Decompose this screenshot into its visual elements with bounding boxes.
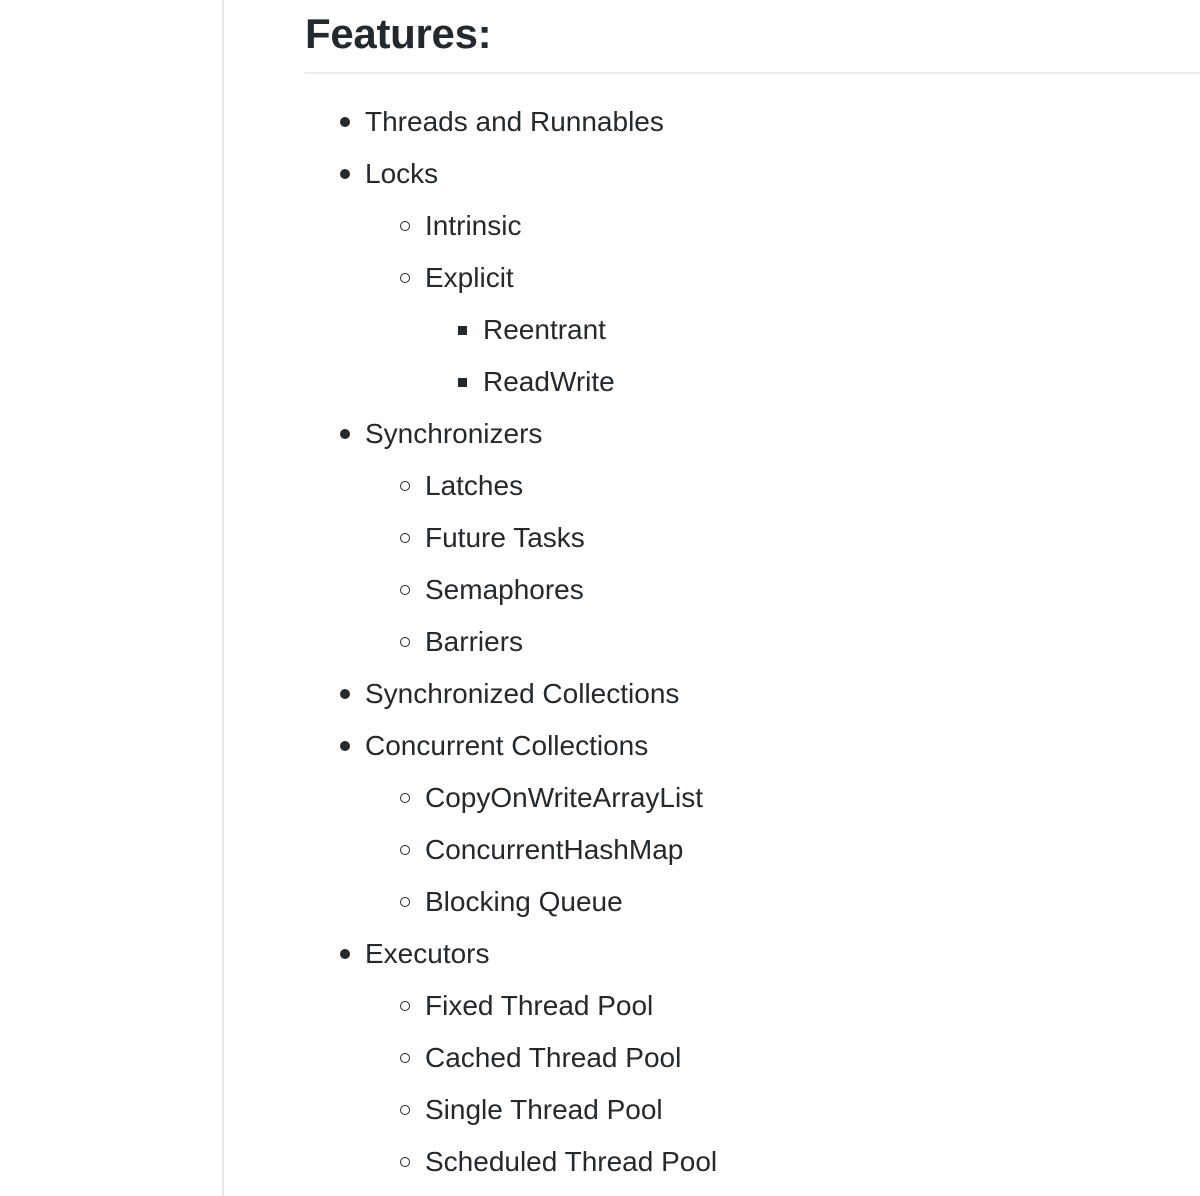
document-content: Features: Threads and Runnables Locks Intr… [305, 0, 1200, 1188]
feature-sublist-level-2: Intrinsic Explicit Reentrant ReadWrite [340, 200, 1200, 408]
list-item-copyonwritearraylist: CopyOnWriteArrayList [400, 772, 1200, 824]
list-item-semaphores: Semaphores [400, 564, 1200, 616]
list-item-label: Synchronized Collections [365, 678, 680, 709]
list-item-label: Cached Thread Pool [425, 1042, 682, 1073]
circle-bullet-icon [400, 585, 410, 595]
disc-bullet-icon [340, 429, 350, 439]
list-item-label: Concurrent Collections [365, 730, 649, 761]
list-item-label: Executors [365, 938, 490, 969]
circle-bullet-icon [400, 637, 410, 647]
list-item-label: Single Thread Pool [425, 1094, 663, 1125]
square-bullet-icon [458, 326, 467, 335]
heading-underline-rule [305, 72, 1200, 74]
feature-sublist-level-3: Reentrant ReadWrite [400, 304, 1200, 408]
list-item-label: Future Tasks [425, 522, 585, 553]
list-item-scheduled-thread-pool: Scheduled Thread Pool [400, 1136, 1200, 1188]
list-item-label: Reentrant [483, 314, 606, 345]
list-item-concurrent-collections: Concurrent Collections [340, 720, 1200, 772]
circle-bullet-icon [400, 897, 410, 907]
list-item-label: Threads and Runnables [365, 106, 664, 137]
disc-bullet-icon [340, 689, 350, 699]
list-item-locks: Locks [340, 148, 1200, 200]
disc-bullet-icon [340, 949, 350, 959]
list-item-concurrenthashmap: ConcurrentHashMap [400, 824, 1200, 876]
list-item-synchronized-collections: Synchronized Collections [340, 668, 1200, 720]
list-item-cached-thread-pool: Cached Thread Pool [400, 1032, 1200, 1084]
list-item-label: Intrinsic [425, 210, 522, 241]
document-column: Features: Threads and Runnables Locks Intr… [224, 0, 1200, 1196]
list-item-executors: Executors [340, 928, 1200, 980]
list-item-label: Scheduled Thread Pool [425, 1146, 718, 1177]
list-item-synchronizers: Synchronizers [340, 408, 1200, 460]
feature-sublist-level-2: Fixed Thread Pool Cached Thread Pool Singl… [340, 980, 1200, 1188]
circle-bullet-icon [400, 481, 410, 491]
list-item-blocking-queue: Blocking Queue [400, 876, 1200, 928]
list-item-label: Semaphores [425, 574, 584, 605]
list-item-explicit: Explicit [400, 252, 1200, 304]
list-item-latches: Latches [400, 460, 1200, 512]
list-item-label: Explicit [425, 262, 514, 293]
list-item-barriers: Barriers [400, 616, 1200, 668]
list-item-readwrite: ReadWrite [458, 356, 1200, 408]
circle-bullet-icon [400, 273, 410, 283]
page-title: Features: [305, 10, 492, 57]
list-item-label: Fixed Thread Pool [425, 990, 654, 1021]
circle-bullet-icon [400, 221, 410, 231]
circle-bullet-icon [400, 1001, 410, 1011]
list-item-label: ConcurrentHashMap [425, 834, 684, 865]
disc-bullet-icon [340, 117, 350, 127]
list-item-label: Latches [425, 470, 524, 501]
list-item-label: Locks [365, 158, 439, 189]
list-item-label: CopyOnWriteArrayList [425, 782, 704, 813]
circle-bullet-icon [400, 1053, 410, 1063]
list-item-label: Synchronizers [365, 418, 543, 449]
feature-sublist-level-1: Threads and Runnables Locks Intrinsic Expli… [305, 96, 1200, 1188]
circle-bullet-icon [400, 1157, 410, 1167]
list-item-threads-and-runnables: Threads and Runnables [340, 96, 1200, 148]
list-item-intrinsic: Intrinsic [400, 200, 1200, 252]
circle-bullet-icon [400, 845, 410, 855]
list-item-label: Blocking Queue [425, 886, 623, 917]
circle-bullet-icon [400, 533, 410, 543]
feature-sublist-level-2: CopyOnWriteArrayList ConcurrentHashMap Blo… [340, 772, 1200, 928]
list-item-label: Barriers [425, 626, 524, 657]
left-gutter [0, 0, 222, 1196]
disc-bullet-icon [340, 741, 350, 751]
list-item-single-thread-pool: Single Thread Pool [400, 1084, 1200, 1136]
feature-sublist-level-2: Latches Future Tasks Semaphores Barriers [340, 460, 1200, 668]
disc-bullet-icon [340, 169, 350, 179]
list-item-future-tasks: Future Tasks [400, 512, 1200, 564]
circle-bullet-icon [400, 793, 410, 803]
circle-bullet-icon [400, 1105, 410, 1115]
list-item-label: ReadWrite [483, 366, 615, 397]
list-item-reentrant: Reentrant [458, 304, 1200, 356]
square-bullet-icon [458, 378, 467, 387]
list-item-fixed-thread-pool: Fixed Thread Pool [400, 980, 1200, 1032]
